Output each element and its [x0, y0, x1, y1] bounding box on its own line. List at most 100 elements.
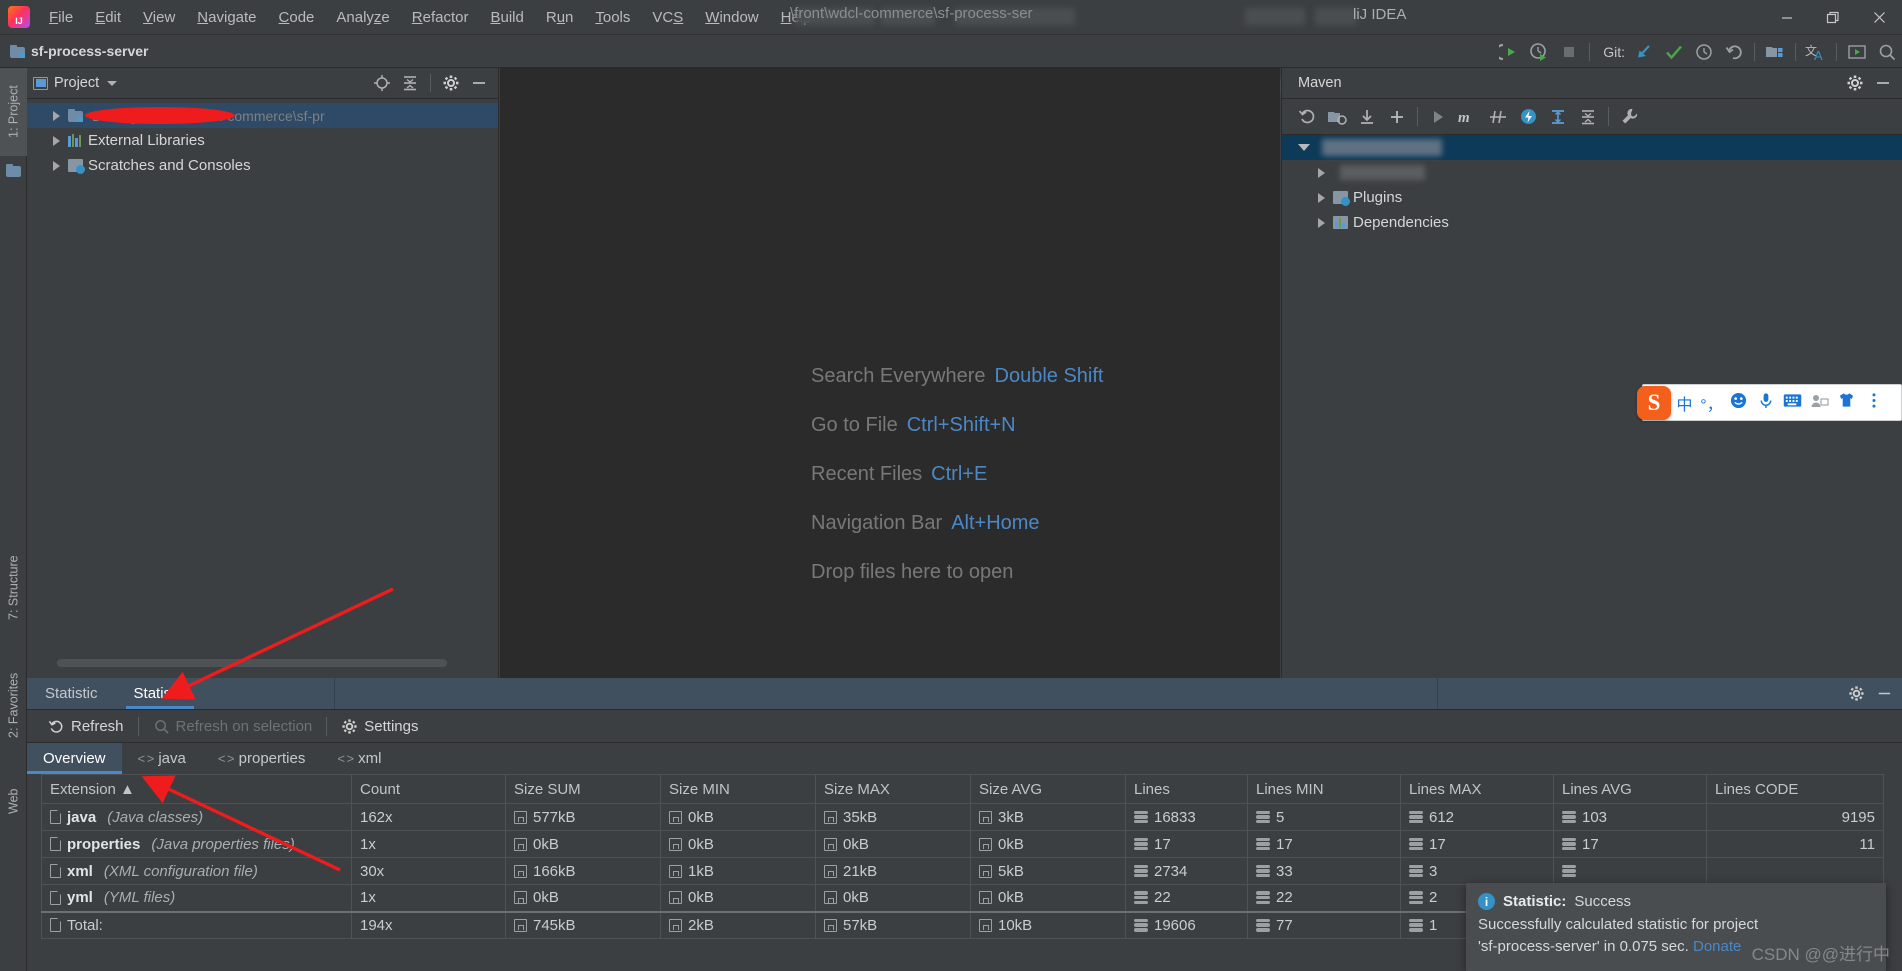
debug-button-icon[interactable]	[1524, 35, 1554, 68]
table-row[interactable]: properties (Java properties files) 1x 0kB 0k…	[41, 830, 1884, 858]
maven-tree-node-dependencies[interactable]: Dependencies	[1282, 210, 1902, 235]
sogou-logo-icon[interactable]: S	[1637, 385, 1671, 420]
maven-settings-wrench-icon[interactable]	[1614, 102, 1644, 132]
sub-tab-java[interactable]: < > java	[122, 743, 202, 774]
expand-arrow-icon[interactable]	[53, 110, 60, 121]
settings-button[interactable]: Settings	[332, 715, 427, 738]
donate-link[interactable]: Donate	[1693, 938, 1741, 955]
gear-icon[interactable]	[438, 70, 464, 96]
scroll-from-source-icon[interactable]	[369, 70, 395, 96]
table-row[interactable]: java (Java classes) 162x 577kB 0kB 35kB 3kB 168…	[41, 803, 1884, 831]
run-anything-icon[interactable]	[1842, 35, 1872, 68]
sidebar-item-structure[interactable]: 7: Structure	[0, 534, 27, 642]
collapse-all-icon[interactable]	[1573, 102, 1603, 132]
expand-arrow-icon[interactable]	[53, 135, 60, 146]
refresh-button[interactable]: Refresh	[39, 715, 133, 738]
generate-sources-icon[interactable]	[1322, 102, 1352, 132]
smiley-icon[interactable]	[1725, 392, 1752, 414]
menu-tools[interactable]: Tools	[584, 5, 641, 30]
git-update-project-icon[interactable]	[1629, 35, 1659, 68]
shirt-icon[interactable]	[1833, 392, 1860, 413]
git-rollback-icon[interactable]	[1719, 35, 1749, 68]
sogou-input-bar[interactable]: S 中 °，	[1637, 384, 1902, 421]
sidebar-item-folder[interactable]	[0, 156, 27, 186]
hide-panel-icon[interactable]	[1870, 678, 1898, 710]
punctuation-mode-icon[interactable]: °，	[1698, 391, 1725, 415]
tab-statistic-2[interactable]: Statistic	[116, 678, 205, 709]
menu-view[interactable]: View	[132, 5, 186, 30]
col-lines-avg[interactable]: Lines AVG	[1553, 774, 1707, 804]
chevron-down-icon[interactable]	[107, 80, 118, 86]
collapse-arrow-icon[interactable]	[1298, 144, 1310, 151]
run-button-icon[interactable]	[1494, 35, 1524, 68]
keyboard-icon[interactable]	[1779, 393, 1806, 413]
sub-tab-overview[interactable]: Overview	[27, 743, 122, 774]
run-maven-goal-icon[interactable]	[1423, 102, 1453, 132]
project-horizontal-scrollbar[interactable]	[57, 659, 447, 667]
chinese-mode-icon[interactable]: 中	[1671, 391, 1698, 415]
maven-tree-node-plugins[interactable]: Plugins	[1282, 185, 1902, 210]
col-lines-max[interactable]: Lines MAX	[1400, 774, 1554, 804]
close-button[interactable]	[1856, 0, 1902, 35]
menu-build[interactable]: Build	[479, 5, 534, 30]
refresh-on-selection-button[interactable]: Refresh on selection	[144, 715, 322, 738]
tree-node-external-libraries[interactable]: External Libraries	[27, 128, 498, 153]
col-extension[interactable]: Extension ▲	[41, 774, 352, 804]
search-everywhere-icon[interactable]	[1872, 35, 1902, 68]
git-history-icon[interactable]	[1689, 35, 1719, 68]
menu-run[interactable]: Run	[535, 5, 585, 30]
project-breadcrumb[interactable]: sf-process-server	[10, 43, 149, 59]
table-row[interactable]: xml (XML configuration file) 30x 166kB 1kB 21…	[41, 857, 1884, 885]
tree-node-scratches[interactable]: Scratches and Consoles	[27, 153, 498, 178]
menu-refactor[interactable]: Refactor	[401, 5, 480, 30]
gear-icon[interactable]	[1842, 678, 1870, 710]
menu-analyze[interactable]: Analyze	[325, 5, 400, 30]
hide-panel-icon[interactable]	[466, 70, 492, 96]
git-commit-icon[interactable]	[1659, 35, 1689, 68]
gear-icon[interactable]	[1842, 70, 1868, 96]
project-structure-icon[interactable]	[1760, 35, 1790, 68]
translate-icon[interactable]: 文 A	[1801, 35, 1831, 68]
menu-file[interactable]: File	[38, 5, 84, 30]
menu-icon[interactable]	[1860, 392, 1887, 414]
maximize-button[interactable]	[1810, 0, 1856, 35]
sub-tab-xml[interactable]: < > xml	[321, 743, 397, 774]
add-maven-project-icon[interactable]	[1382, 102, 1412, 132]
expand-arrow-icon[interactable]	[1318, 167, 1325, 178]
col-size-max[interactable]: Size MAX	[815, 774, 971, 804]
download-sources-icon[interactable]	[1352, 102, 1382, 132]
skip-tests-icon[interactable]	[1483, 102, 1513, 132]
menu-navigate[interactable]: Navigate	[186, 5, 267, 30]
menu-code[interactable]: Code	[268, 5, 326, 30]
menu-vcs[interactable]: VCS	[641, 5, 694, 30]
microphone-icon[interactable]	[1752, 392, 1779, 414]
expand-arrow-icon[interactable]	[1318, 217, 1325, 228]
menu-window[interactable]: Window	[694, 5, 769, 30]
col-lines[interactable]: Lines	[1125, 774, 1248, 804]
tree-node-module[interactable]: D:\fenglian\front\wdcl-commerce\sf-pr	[27, 103, 498, 128]
col-size-sum[interactable]: Size SUM	[505, 774, 661, 804]
user-icon[interactable]	[1806, 393, 1833, 413]
maven-tree-node-root[interactable]	[1282, 135, 1902, 160]
expand-arrow-icon[interactable]	[1318, 192, 1325, 203]
expand-arrow-icon[interactable]	[53, 160, 60, 171]
sidebar-item-project[interactable]: 1: Project	[0, 68, 27, 156]
stop-button-icon[interactable]	[1554, 35, 1584, 68]
col-size-min[interactable]: Size MIN	[660, 774, 816, 804]
collapse-all-icon[interactable]	[397, 70, 423, 96]
menu-edit[interactable]: Edit	[84, 5, 132, 30]
hide-panel-icon[interactable]	[1870, 70, 1896, 96]
toggle-offline-icon[interactable]	[1513, 102, 1543, 132]
tab-statistic-1[interactable]: Statistic	[27, 678, 116, 709]
col-lines-code[interactable]: Lines CODE	[1706, 774, 1884, 804]
maven-m-icon[interactable]: m	[1453, 102, 1483, 132]
sub-tab-properties[interactable]: < > properties	[202, 743, 322, 774]
col-size-avg[interactable]: Size AVG	[970, 774, 1126, 804]
sidebar-item-favorites[interactable]: 2: Favorites	[0, 646, 27, 764]
col-count[interactable]: Count	[351, 774, 506, 804]
minimize-button[interactable]	[1764, 0, 1810, 35]
col-lines-min[interactable]: Lines MIN	[1247, 774, 1401, 804]
expand-all-icon[interactable]	[1543, 102, 1573, 132]
reimport-icon[interactable]	[1292, 102, 1322, 132]
maven-tree-node-lifecycle[interactable]	[1282, 160, 1902, 185]
